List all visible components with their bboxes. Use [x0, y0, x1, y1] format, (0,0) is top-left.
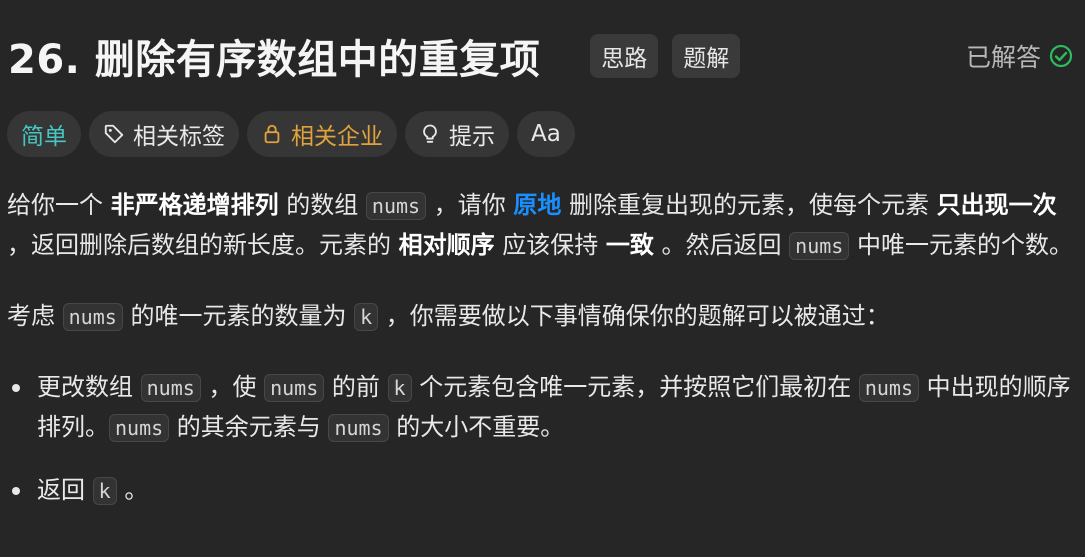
- text: ，你需要做以下事情确保你的题解可以被通过：: [378, 302, 890, 330]
- hint-tag-label: 提示: [449, 124, 495, 150]
- inline-code: k: [387, 374, 412, 402]
- font-size-button[interactable]: Aa: [517, 111, 575, 157]
- text: ，请你: [426, 191, 514, 219]
- text: 中唯一元素的个数。: [849, 231, 1073, 259]
- tag-bar: 简单 相关标签 相关企业 提示 Aa: [7, 111, 583, 157]
- lock-icon: [261, 123, 283, 145]
- inline-code: nums: [264, 374, 325, 402]
- inline-code: nums: [328, 414, 389, 442]
- text: 的其余元素与: [169, 413, 329, 441]
- topics-tag-label: 相关标签: [133, 124, 225, 150]
- problem-header: 26. 删除有序数组中的重复项 思路 题解 已解答: [8, 26, 1073, 86]
- description-paragraph: 考虑 nums 的唯一元素的数量为 k ，你需要做以下事情确保你的题解可以被通过…: [7, 297, 1073, 337]
- text: 的数组: [278, 191, 366, 219]
- inline-code: nums: [140, 374, 201, 402]
- text: 。然后返回: [653, 231, 790, 259]
- problem-title: 26. 删除有序数组中的重复项: [8, 37, 541, 83]
- text: 。: [116, 476, 149, 504]
- problem-description: 给你一个 非严格递增排列 的数组 nums ，请你 原地 删除重复出现的元素，使…: [7, 186, 1073, 511]
- font-size-icon: Aa: [531, 121, 561, 147]
- inline-code: k: [354, 303, 379, 331]
- hints-chip[interactable]: 思路: [590, 34, 659, 78]
- bold-text: 相对顺序: [398, 231, 495, 259]
- text: 应该保持: [494, 231, 606, 259]
- bullet-dot: [12, 384, 20, 392]
- text: 删除重复出现的元素，使每个元素: [561, 191, 937, 219]
- lightbulb-icon: [419, 123, 441, 145]
- solved-label: 已解答: [965, 43, 1041, 72]
- list-item: 返回 k 。: [7, 471, 1073, 511]
- difficulty-badge[interactable]: 简单: [7, 111, 81, 157]
- inline-code: k: [92, 477, 117, 505]
- inline-code: nums: [365, 192, 427, 220]
- in-place-link[interactable]: 原地: [513, 191, 561, 219]
- inline-code: nums: [109, 414, 170, 442]
- solved-status: 已解答: [966, 38, 1073, 74]
- bold-text: 非严格递增排列: [110, 191, 279, 219]
- requirements-list: 更改数组 nums ，使 nums 的前 k 个元素包含唯一元素，并按照它们最初…: [7, 368, 1073, 511]
- text: 个元素包含唯一元素，并按照它们最初在: [411, 373, 859, 401]
- topics-tag-button[interactable]: 相关标签: [89, 111, 239, 157]
- inline-code: nums: [858, 374, 919, 402]
- text: 返回: [37, 476, 93, 504]
- text: 的唯一元素的数量为: [122, 302, 355, 330]
- description-paragraph: 给你一个 非严格递增排列 的数组 nums ，请你 原地 删除重复出现的元素，使…: [7, 186, 1073, 266]
- inline-code: nums: [789, 232, 850, 260]
- text: 给你一个: [7, 191, 111, 219]
- tag-icon: [103, 123, 125, 145]
- text: ，使: [200, 373, 265, 401]
- hint-tag-button[interactable]: 提示: [405, 111, 509, 157]
- bold-text: 只出现一次: [936, 191, 1057, 219]
- bullet-dot: [12, 487, 20, 495]
- check-circle-icon: [1049, 44, 1073, 68]
- text: 的大小不重要。: [388, 413, 565, 441]
- text: ，返回删除后数组的新长度。元素的: [7, 231, 399, 259]
- solutions-chip[interactable]: 题解: [672, 34, 741, 78]
- text: 考虑: [7, 302, 63, 330]
- companies-tag-label: 相关企业: [291, 124, 383, 150]
- list-item: 更改数组 nums ，使 nums 的前 k 个元素包含唯一元素，并按照它们最初…: [7, 368, 1073, 448]
- companies-tag-button[interactable]: 相关企业: [247, 111, 397, 157]
- text: 的前: [324, 373, 388, 401]
- bold-text: 一致: [605, 231, 654, 259]
- text: 更改数组: [37, 373, 141, 401]
- inline-code: nums: [62, 303, 123, 331]
